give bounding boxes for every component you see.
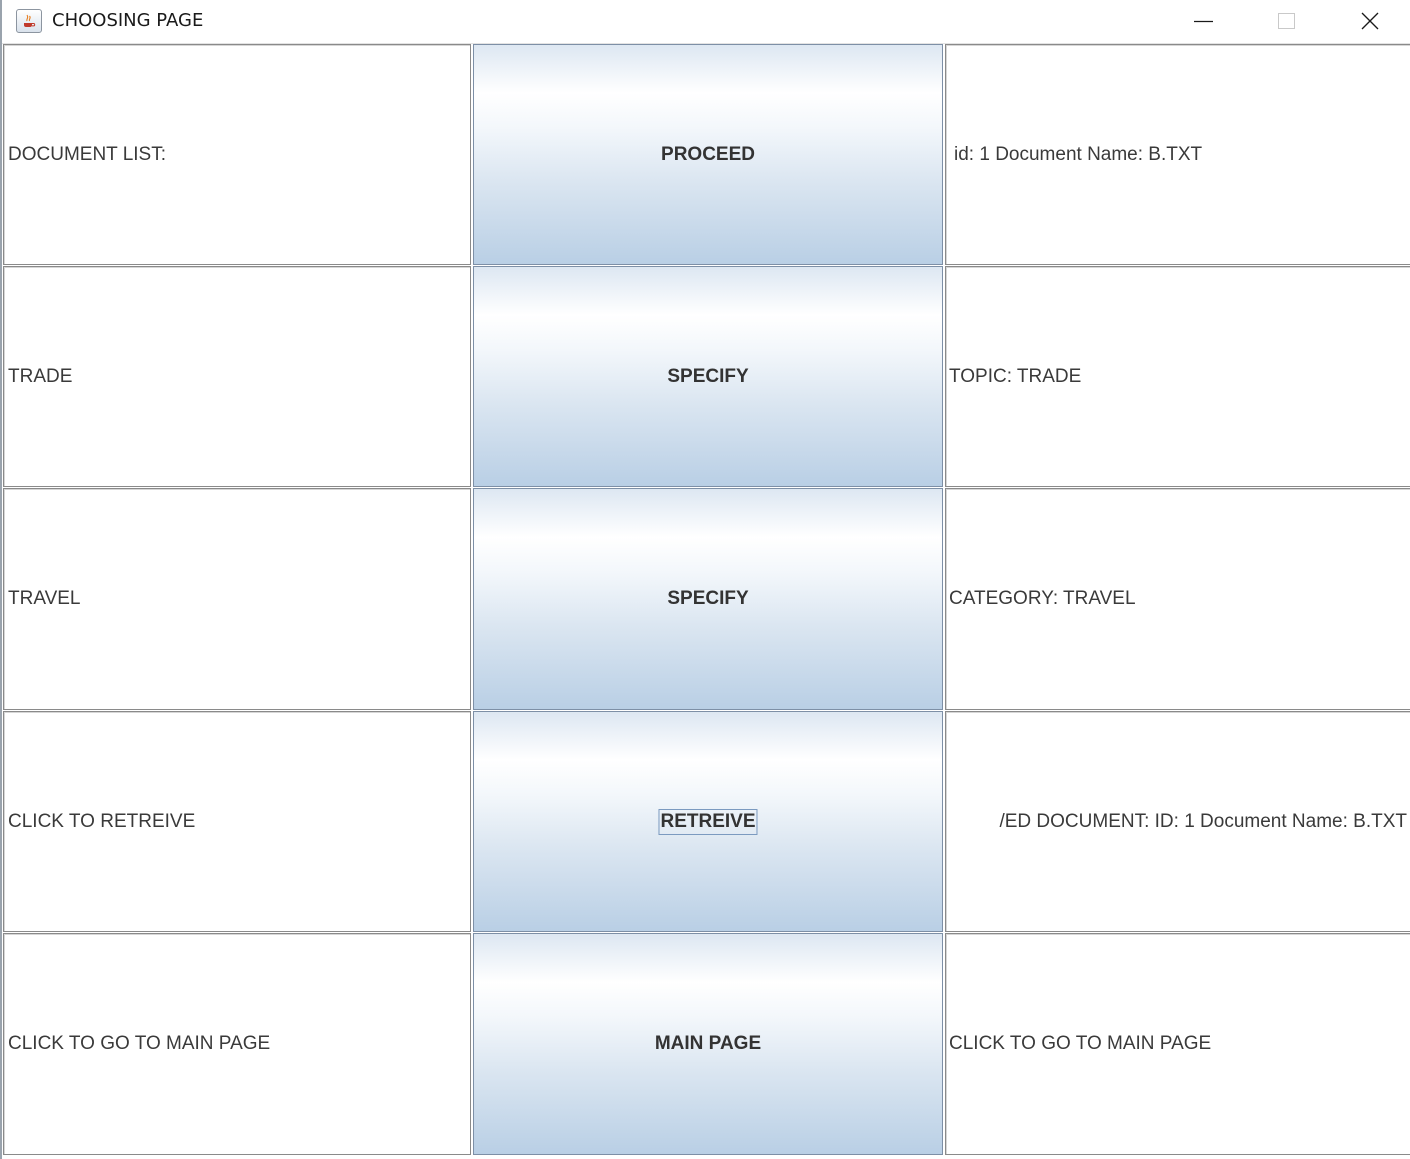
main-page-button[interactable]: MAIN PAGE	[473, 933, 943, 1155]
retrieved-document-cell: /ED DOCUMENT: ID: 1 Document Name: B.TXT	[945, 711, 1410, 932]
trade-label: TRADE	[8, 365, 73, 387]
title-bar[interactable]: CHOOSING PAGE	[2, 0, 1410, 44]
travel-label-cell: TRAVEL	[3, 488, 471, 710]
document-list-label-cell: DOCUMENT LIST:	[3, 44, 471, 265]
close-button[interactable]	[1328, 0, 1410, 43]
retrieve-label-cell: CLICK TO RETREIVE	[3, 711, 471, 932]
close-icon	[1361, 12, 1379, 30]
topic-info-text: TOPIC: TRADE	[949, 365, 1082, 387]
choosing-grid: DOCUMENT LIST: PROCEED id: 1 Document Na…	[3, 44, 1410, 1159]
minimize-button[interactable]	[1162, 0, 1246, 43]
minimize-icon	[1194, 20, 1213, 23]
specify-category-button-label: SPECIFY	[667, 588, 749, 609]
main-page-info-text: CLICK TO GO TO MAIN PAGE	[949, 1033, 1212, 1054]
window-title: CHOOSING PAGE	[52, 10, 204, 31]
travel-label: TRAVEL	[8, 588, 81, 609]
category-info-text: CATEGORY: TRAVEL	[949, 588, 1136, 609]
maximize-icon	[1278, 13, 1295, 29]
java-app-icon	[16, 9, 42, 33]
document-list-label: DOCUMENT LIST:	[8, 143, 167, 165]
retrieve-button-label: RETREIVE	[658, 808, 758, 835]
choosing-page-window: CHOOSING PAGE DOCUMENT LIST: PROCEED id:…	[0, 0, 1410, 1159]
retrieved-document-text: /ED DOCUMENT: ID: 1 Document Name: B.TXT	[999, 810, 1407, 832]
specify-topic-button[interactable]: SPECIFY	[473, 266, 943, 487]
document-info-cell: id: 1 Document Name: B.TXT	[945, 44, 1410, 265]
main-page-button-label: MAIN PAGE	[654, 1033, 762, 1054]
category-info-cell: CATEGORY: TRAVEL	[945, 488, 1410, 710]
specify-category-button[interactable]: SPECIFY	[473, 488, 943, 710]
retrieve-label: CLICK TO RETREIVE	[8, 810, 196, 832]
trade-label-cell: TRADE	[3, 266, 471, 487]
document-info-text: id: 1 Document Name: B.TXT	[954, 143, 1203, 165]
main-page-label: CLICK TO GO TO MAIN PAGE	[8, 1033, 271, 1054]
topic-info-cell: TOPIC: TRADE	[945, 266, 1410, 487]
retrieve-button[interactable]: RETREIVE	[473, 711, 943, 932]
main-page-label-cell: CLICK TO GO TO MAIN PAGE	[3, 933, 471, 1155]
specify-topic-button-label: SPECIFY	[667, 365, 749, 387]
main-page-info-cell: CLICK TO GO TO MAIN PAGE	[945, 933, 1410, 1155]
proceed-button-label: PROCEED	[661, 143, 755, 165]
proceed-button[interactable]: PROCEED	[473, 44, 943, 265]
maximize-button[interactable]	[1245, 0, 1329, 43]
